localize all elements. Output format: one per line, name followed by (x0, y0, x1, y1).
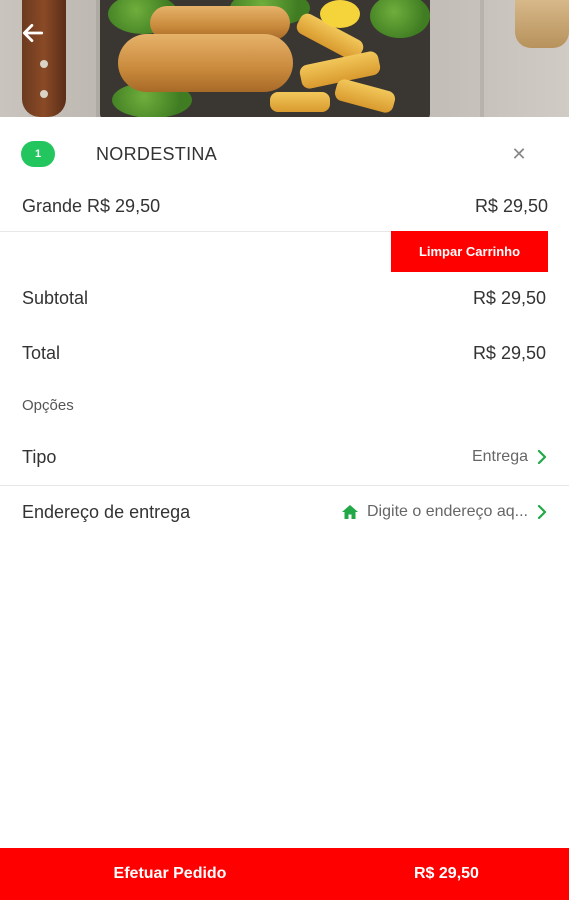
home-icon (342, 505, 358, 519)
subtotal-value: R$ 29,50 (472, 288, 546, 308)
clear-cart-button[interactable]: Limpar Carrinho (391, 231, 548, 272)
subtotal-label: Subtotal (22, 288, 89, 308)
total-label: Total (22, 343, 61, 363)
close-icon[interactable]: ✕ (509, 144, 529, 164)
type-selector[interactable]: Entrega (472, 448, 548, 466)
type-value: Entrega (471, 448, 528, 465)
checkout-label: Efetuar Pedido (113, 865, 227, 882)
checkout-price: R$ 29,50 (414, 865, 479, 882)
type-label: Tipo (22, 447, 57, 467)
options-title: Opções (22, 397, 74, 414)
divider (0, 231, 391, 232)
address-label: Endereço de entrega (22, 502, 191, 522)
knife-decoration (22, 0, 66, 117)
total-value: R$ 29,50 (472, 343, 546, 363)
cart-item-price: R$ 29,50 (474, 196, 548, 216)
divider (0, 485, 569, 486)
cart-item-name: Grande R$ 29,50 (22, 196, 161, 216)
shop-name: NORDESTINA (96, 144, 218, 164)
address-selector[interactable]: Digite o endereço aq... (341, 503, 548, 521)
arrow-left-icon[interactable] (20, 20, 46, 46)
hero-food-image (0, 0, 569, 117)
item-count-badge: 1 (21, 141, 55, 167)
checkout-button[interactable]: Efetuar Pedido R$ 29,50 (0, 848, 569, 900)
address-placeholder: Digite o endereço aq... (367, 503, 528, 520)
chevron-right-icon (537, 505, 547, 519)
chevron-right-icon (537, 450, 547, 464)
